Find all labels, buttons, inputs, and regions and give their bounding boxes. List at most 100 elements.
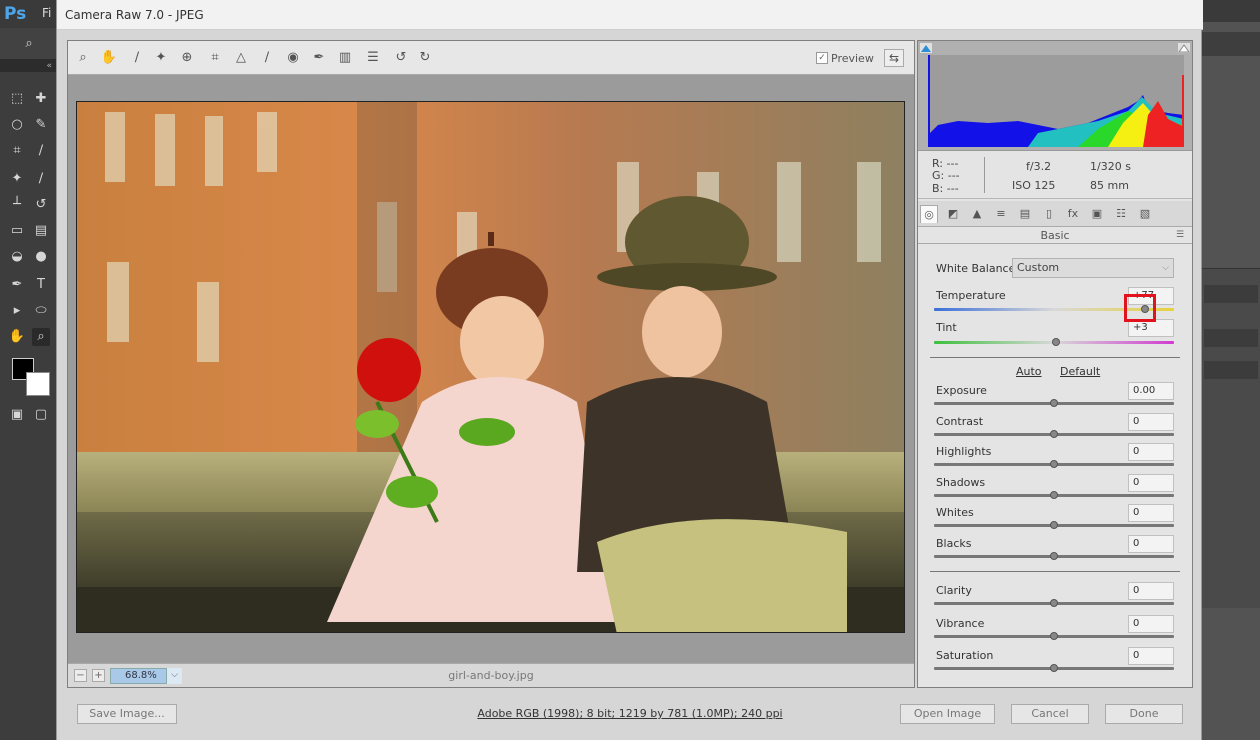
panel-row[interactable]	[1204, 329, 1258, 347]
preview-checkbox[interactable]: ✓	[816, 52, 828, 64]
saturation-slider-thumb[interactable]	[1050, 664, 1058, 672]
highlight-annotation	[1124, 294, 1156, 322]
workspace-switcher[interactable]	[1202, 32, 1260, 56]
collapse-toolbar-icon[interactable]: «	[0, 60, 56, 72]
white-balance-select[interactable]: Custom ⌵	[1012, 258, 1174, 278]
move-tool-icon[interactable]: ✚	[32, 90, 50, 108]
shape-tool-icon[interactable]: ⬭	[32, 302, 50, 320]
targeted-adjustment-tool-icon[interactable]: ⊕	[178, 49, 196, 67]
exposure-slider-thumb[interactable]	[1050, 399, 1058, 407]
exposure-value[interactable]: 0.00	[1128, 382, 1174, 400]
blacks-value[interactable]: 0	[1128, 534, 1174, 553]
dodge-tool-icon[interactable]: ●	[32, 248, 50, 266]
whites-value[interactable]: 0	[1128, 504, 1174, 522]
iso-value: ISO 125	[1012, 179, 1056, 192]
workflow-options-text[interactable]: Adobe RGB (1998); 8 bit; 1219 by 781 (1.…	[477, 707, 782, 720]
aperture-value: f/3.2	[1026, 160, 1052, 173]
brush-tool-icon[interactable]: ∕	[32, 170, 50, 188]
cancel-button[interactable]: Cancel	[1011, 704, 1089, 724]
readout-separator	[984, 157, 985, 193]
hand-tool-icon[interactable]: ✋	[8, 328, 26, 346]
done-button[interactable]: Done	[1105, 704, 1183, 724]
screen-mode-icon[interactable]: ▢	[32, 406, 50, 424]
crop-tool-icon[interactable]: ⌗	[206, 49, 224, 67]
contrast-value[interactable]: 0	[1128, 412, 1174, 431]
panel-menu-icon[interactable]: ☰	[1176, 230, 1184, 240]
blur-tool-icon[interactable]: ◒	[8, 248, 26, 266]
saturation-value[interactable]: 0	[1128, 647, 1174, 665]
color-sampler-tool-icon[interactable]: ✦	[152, 49, 170, 67]
crop-tool-icon[interactable]: ⌗	[8, 142, 26, 160]
type-tool-icon[interactable]: T	[32, 276, 50, 294]
shadows-value[interactable]: 0	[1128, 473, 1174, 492]
red-eye-removal-tool-icon[interactable]: ◉	[284, 49, 302, 67]
marquee-tool-icon[interactable]: ⬚	[8, 90, 26, 108]
white-balance-tool-icon[interactable]: ∕	[128, 49, 146, 67]
vibrance-label: Vibrance	[936, 616, 985, 630]
camera-calibration-tab-icon[interactable]: ▣	[1088, 205, 1106, 223]
shadows-slider-thumb[interactable]	[1050, 490, 1058, 499]
default-tone-link[interactable]: Default	[1060, 365, 1100, 378]
rotate-left-icon[interactable]: ↺	[392, 49, 410, 67]
straighten-tool-icon[interactable]: △	[232, 49, 250, 67]
background-color-swatch[interactable]	[26, 372, 50, 396]
history-brush-tool-icon[interactable]: ↺	[32, 196, 50, 214]
rotate-right-icon[interactable]: ↻	[416, 49, 434, 67]
quick-selection-tool-icon[interactable]: ✎	[32, 116, 50, 134]
shadows-label: Shadows	[936, 475, 986, 489]
split-toning-tab-icon[interactable]: ▤	[1016, 205, 1034, 223]
clone-stamp-tool-icon[interactable]: ┴	[8, 196, 26, 214]
hsl-tab-icon[interactable]: ≡	[992, 205, 1010, 223]
preferences-icon[interactable]: ☰	[364, 49, 382, 67]
contrast-slider-thumb[interactable]	[1050, 429, 1058, 438]
open-image-button[interactable]: Open Image	[900, 704, 995, 724]
highlights-value[interactable]: 0	[1128, 443, 1174, 461]
auto-tone-link[interactable]: Auto	[1016, 365, 1042, 378]
presets-tab-icon[interactable]: ☷	[1112, 205, 1130, 223]
spot-removal-tool-icon[interactable]: ∕	[258, 49, 276, 67]
white-balance-value: Custom	[1017, 261, 1060, 274]
pen-tool-icon[interactable]: ✒	[8, 276, 26, 294]
highlights-slider-thumb[interactable]	[1050, 460, 1058, 468]
tint-label: Tint	[936, 321, 957, 334]
pixel-readout: R: --- G: --- B: --- f/3.2 1/320 s ISO 1…	[918, 151, 1192, 199]
whites-slider-thumb[interactable]	[1050, 521, 1058, 529]
vibrance-value[interactable]: 0	[1128, 614, 1174, 633]
clarity-slider-thumb[interactable]	[1050, 599, 1058, 607]
vibrance-slider-thumb[interactable]	[1050, 631, 1058, 640]
zoom-tool-icon[interactable]: ⌕	[32, 328, 50, 346]
photoshop-logo: Ps	[4, 4, 27, 24]
eyedropper-tool-icon[interactable]: ∕	[32, 142, 50, 160]
panel-row[interactable]	[1204, 285, 1258, 303]
lens-corrections-tab-icon[interactable]: ▯	[1040, 205, 1058, 223]
highlight-clipping-warning-icon[interactable]	[1178, 43, 1190, 53]
blacks-slider-thumb[interactable]	[1050, 551, 1058, 560]
effects-tab-icon[interactable]: fx	[1064, 205, 1082, 223]
gradient-tool-icon[interactable]: ▤	[32, 222, 50, 240]
quick-mask-icon[interactable]: ▣	[8, 406, 26, 424]
detail-tab-icon[interactable]: ▲	[968, 205, 986, 223]
tone-curve-tab-icon[interactable]: ◩	[944, 205, 962, 223]
graduated-filter-icon[interactable]: ▥	[336, 49, 354, 67]
eraser-tool-icon[interactable]: ▭	[8, 222, 26, 240]
adjustment-brush-icon[interactable]: ✒	[310, 49, 328, 67]
image-preview[interactable]	[76, 101, 905, 633]
panel-tabs: ◎ ◩ ▲ ≡ ▤ ▯ fx ▣ ☷ ▧	[918, 201, 1192, 227]
snapshots-tab-icon[interactable]: ▧	[1136, 205, 1154, 223]
healing-brush-tool-icon[interactable]: ✦	[8, 170, 26, 188]
fullscreen-toggle-icon[interactable]: ⇆	[884, 49, 904, 67]
panel-header	[1202, 0, 1260, 22]
section-divider	[930, 571, 1180, 572]
path-selection-tool-icon[interactable]: ▸	[8, 302, 26, 320]
file-menu[interactable]: Fi	[42, 6, 51, 20]
tint-slider-thumb[interactable]	[1052, 338, 1061, 346]
lasso-tool-icon[interactable]: ○	[8, 116, 26, 134]
shadow-clipping-warning-icon[interactable]	[920, 43, 932, 53]
clarity-value[interactable]: 0	[1128, 582, 1174, 600]
zoom-icon[interactable]: ⌕	[20, 35, 38, 53]
basic-tab-icon[interactable]: ◎	[920, 205, 938, 223]
zoom-tool-icon[interactable]: ⌕	[74, 49, 92, 67]
hand-tool-icon[interactable]: ✋	[100, 49, 118, 67]
focal-length-value: 85 mm	[1090, 179, 1129, 192]
panel-row[interactable]	[1204, 361, 1258, 379]
